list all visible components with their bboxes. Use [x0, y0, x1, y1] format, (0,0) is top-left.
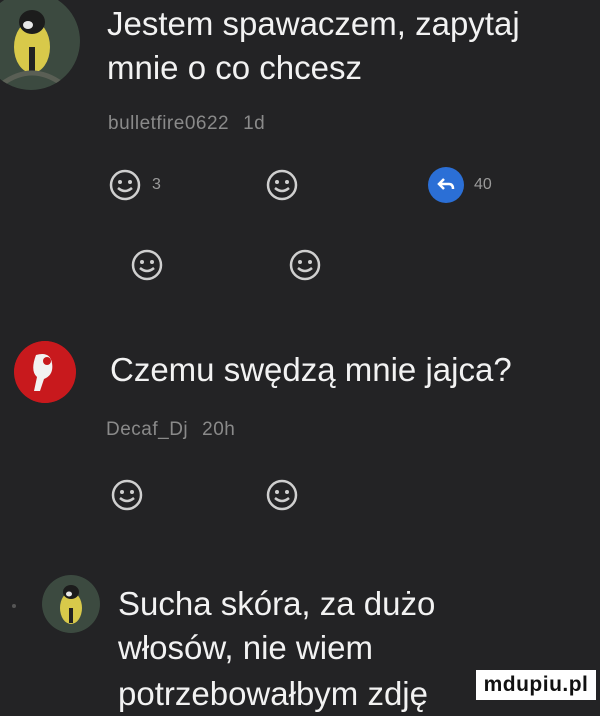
smiley-icon[interactable]: [265, 478, 299, 512]
smiley-icon[interactable]: [265, 168, 299, 202]
comment-text-line: potrzebowałbym zdję: [118, 675, 428, 712]
comment-meta: Decaf_Dj 20h: [106, 419, 235, 441]
reply-icon[interactable]: [428, 167, 464, 203]
smiley-icon[interactable]: [108, 168, 142, 202]
comment-text-line: Czemu swędzą mnie jajca?: [110, 351, 512, 388]
smiley-icon[interactable]: [130, 248, 164, 282]
reply-count: 40: [474, 176, 492, 193]
comment-text-line: Sucha skóra, za dużo: [118, 585, 436, 622]
reaction-count: 3: [152, 176, 161, 193]
avatar[interactable]: [0, 0, 80, 90]
avatar[interactable]: [42, 575, 100, 633]
watermark-logo: mdupiu.pl: [476, 670, 596, 700]
username[interactable]: bulletfire0622: [108, 113, 229, 134]
smiley-icon[interactable]: [110, 478, 144, 512]
divider-dot: [12, 604, 16, 608]
smiley-icon[interactable]: [288, 248, 322, 282]
comment-meta: bulletfire0622 1d: [108, 113, 265, 135]
bird-avatar-icon: [42, 575, 100, 633]
timestamp: 1d: [243, 113, 266, 134]
comment-text-line: mnie o co chcesz: [107, 49, 362, 86]
username[interactable]: Decaf_Dj: [106, 419, 188, 440]
comment-text-line: włosów, nie wiem: [118, 629, 373, 666]
avatar[interactable]: [14, 341, 76, 403]
timestamp: 20h: [202, 419, 236, 440]
profile-avatar-icon: [14, 341, 76, 403]
bird-avatar-icon: [0, 0, 80, 90]
comment-text-line: Jestem spawaczem, zapytaj: [107, 5, 520, 42]
